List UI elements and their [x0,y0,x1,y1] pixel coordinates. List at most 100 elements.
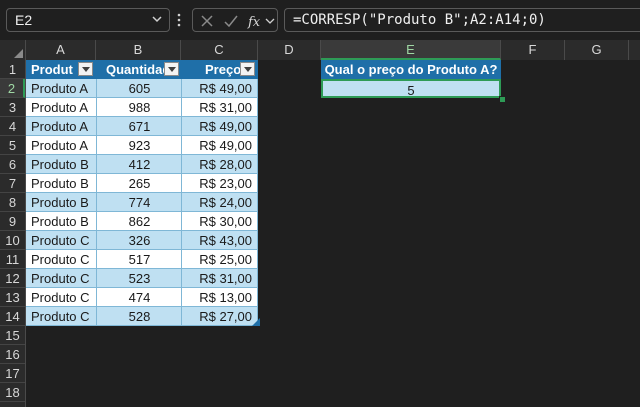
table-resize-handle[interactable] [252,318,260,326]
row-header[interactable]: 3 [0,98,25,117]
cell-quantidade: 517 [128,252,151,267]
filter-dropdown-icon[interactable] [240,62,255,76]
row-header[interactable]: 6 [0,155,25,174]
cell-produto: Produto C [31,290,90,305]
cell-quantidade: 528 [128,309,151,324]
fx-icon[interactable]: fx [247,12,265,30]
table-row[interactable]: Produto C 326 R$ 43,00 [26,231,258,250]
row-header[interactable]: 7 [0,174,25,193]
table-row[interactable]: Produto A 605 R$ 49,00 [26,79,258,98]
cell-produto: Produto A [31,119,89,134]
cell-preco: R$ 27,00 [199,309,252,324]
column-header-d[interactable]: D [258,40,321,60]
filter-dropdown-icon[interactable] [78,62,93,76]
cell-quantidade: 605 [128,81,151,96]
selected-cell-e2[interactable]: 5 [321,79,501,98]
name-box-value: E2 [15,12,33,28]
table-column-divider [257,79,258,326]
cell-quantidade: 523 [128,271,151,286]
svg-text:fx: fx [247,15,261,30]
cell-produto: Produto B [31,157,89,172]
cell-grid[interactable]: Produt Quantidad Preço Produto A 605 R$ 49… [26,60,640,407]
formula-bar: E2 fx =CORRESP("Produto B";A2:A14;0) [0,0,640,40]
table-row[interactable]: Produto C 523 R$ 31,00 [26,269,258,288]
more-vertical-icon[interactable] [176,10,182,30]
cell-quantidade: 265 [128,176,151,191]
cell-preco: R$ 28,00 [199,157,252,172]
cell-quantidade: 774 [128,195,151,210]
cell-produto: Produto A [31,138,89,153]
table-header-preco[interactable]: Preço [181,60,258,79]
cell-quantidade: 988 [128,100,151,115]
row-header[interactable]: 10 [0,231,25,250]
cell-produto: Produto B [31,195,89,210]
cell-preco: R$ 30,00 [199,214,252,229]
column-header-a[interactable]: A [26,40,96,60]
table-row[interactable]: Produto B 412 R$ 28,00 [26,155,258,174]
cell-preco: R$ 24,00 [199,195,252,210]
cell-preco: R$ 49,00 [199,81,252,96]
table-header-produto[interactable]: Produt [26,60,96,79]
cell-quantidade: 474 [128,290,151,305]
column-header-b[interactable]: B [96,40,181,60]
table-row[interactable]: Produto C 528 R$ 27,00 [26,307,258,326]
cell-preco: R$ 13,00 [199,290,252,305]
column-header-c[interactable]: C [181,40,258,60]
formula-actions: fx [192,8,278,32]
chevron-down-icon[interactable] [151,11,163,27]
name-box[interactable]: E2 [6,8,170,32]
select-all-button[interactable] [0,40,26,60]
filter-dropdown-icon[interactable] [164,62,179,76]
row-header[interactable]: 16 [0,345,25,364]
row-header[interactable]: 8 [0,193,25,212]
select-all-triangle-icon [14,49,23,58]
column-header-e[interactable]: E [321,40,501,60]
cell-preco: R$ 25,00 [199,252,252,267]
cell-produto: Produto C [31,271,90,286]
table-row[interactable]: Produto A 988 R$ 31,00 [26,98,258,117]
table-row[interactable]: Produto A 671 R$ 49,00 [26,117,258,136]
table-row[interactable]: Produto B 265 R$ 23,00 [26,174,258,193]
cell-produto: Produto A [31,100,89,115]
question-label: Qual o preço do Produto A? [321,60,501,79]
table-column-divider [181,79,182,326]
formula-input[interactable]: =CORRESP("Produto B";A2:A14;0) [284,8,640,32]
row-header[interactable]: 15 [0,326,25,345]
row-header[interactable]: 9 [0,212,25,231]
table-header-quantidade[interactable]: Quantidad [96,60,181,79]
fill-handle[interactable] [499,96,506,103]
row-header[interactable]: 12 [0,269,25,288]
cancel-icon[interactable] [199,13,215,29]
table-row[interactable]: Produto C 517 R$ 25,00 [26,250,258,269]
table-row[interactable]: Produto A 923 R$ 49,00 [26,136,258,155]
cell-preco: R$ 31,00 [199,271,252,286]
formula-text: =CORRESP("Produto B";A2:A14;0) [293,12,546,28]
enter-check-icon[interactable] [223,13,239,29]
cell-quantidade: 326 [128,233,151,248]
cell-quantidade: 412 [128,157,151,172]
row-header[interactable]: 5 [0,136,25,155]
table-row[interactable]: Produto B 774 R$ 24,00 [26,193,258,212]
row-header[interactable]: 17 [0,364,25,383]
row-header[interactable]: 14 [0,307,25,326]
table-row[interactable]: Produto C 474 R$ 13,00 [26,288,258,307]
chevron-down-icon[interactable] [265,15,275,27]
row-header[interactable]: 18 [0,383,25,402]
row-header[interactable]: 4 [0,117,25,136]
row-header[interactable]: 13 [0,288,25,307]
table-header-label: Produt [31,62,73,77]
cell-produto: Produto C [31,309,90,324]
row-header[interactable]: 11 [0,250,25,269]
row-header[interactable]: 2 [0,79,25,98]
table-row[interactable]: Produto B 862 R$ 30,00 [26,212,258,231]
column-headers: A B C D E F G [0,40,640,61]
table-header-label: Quantidad [106,62,171,77]
row-header[interactable]: 1 [0,60,25,79]
column-header-g[interactable]: G [565,40,629,60]
cell-quantidade: 862 [128,214,151,229]
cell-preco: R$ 43,00 [199,233,252,248]
cell-quantidade: 923 [128,138,151,153]
column-header-f[interactable]: F [501,40,565,60]
cell-preco: R$ 23,00 [199,176,252,191]
cell-preco: R$ 49,00 [199,119,252,134]
